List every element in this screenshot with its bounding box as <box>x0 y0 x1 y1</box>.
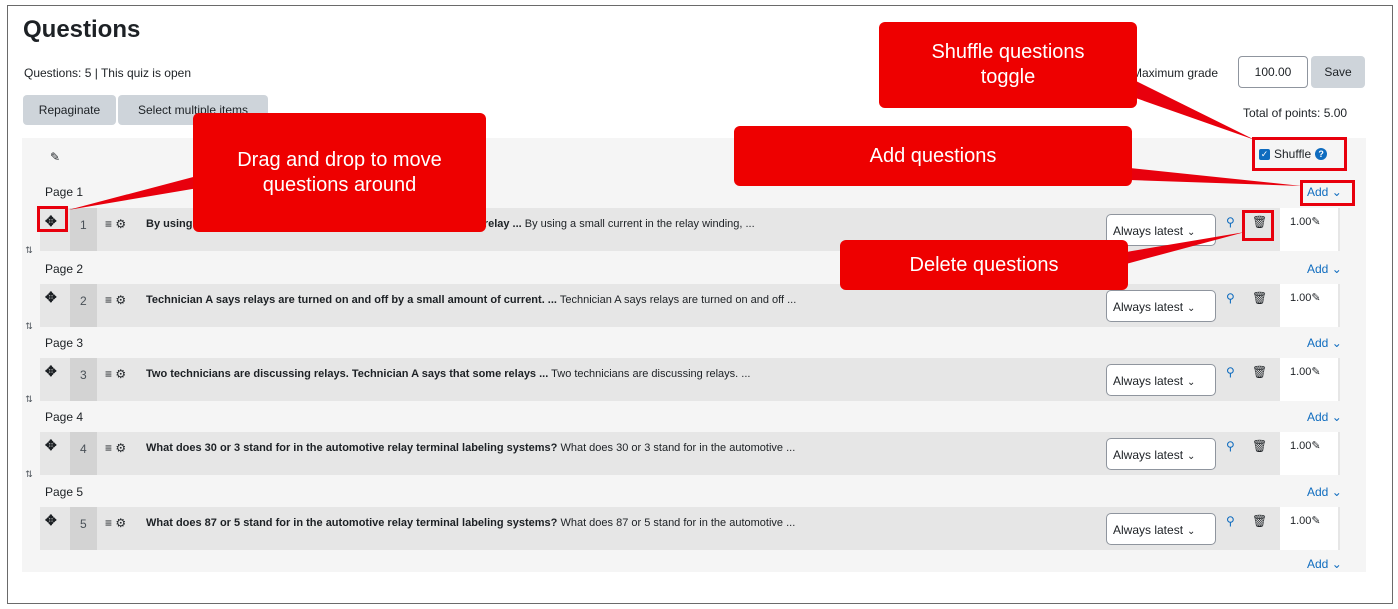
annotation-arrows <box>68 78 1302 264</box>
delete-callout: Delete questions <box>840 240 1128 290</box>
delete-arrow <box>1126 232 1245 264</box>
add-callout: Add questions <box>734 126 1132 186</box>
shuffle-arrow <box>1130 78 1255 140</box>
add-arrow <box>1130 168 1302 186</box>
drag-callout: Drag and drop to move questions around <box>193 113 486 232</box>
shuffle-callout: Shuffle questions toggle <box>879 22 1137 108</box>
drag-arrow <box>68 176 210 210</box>
